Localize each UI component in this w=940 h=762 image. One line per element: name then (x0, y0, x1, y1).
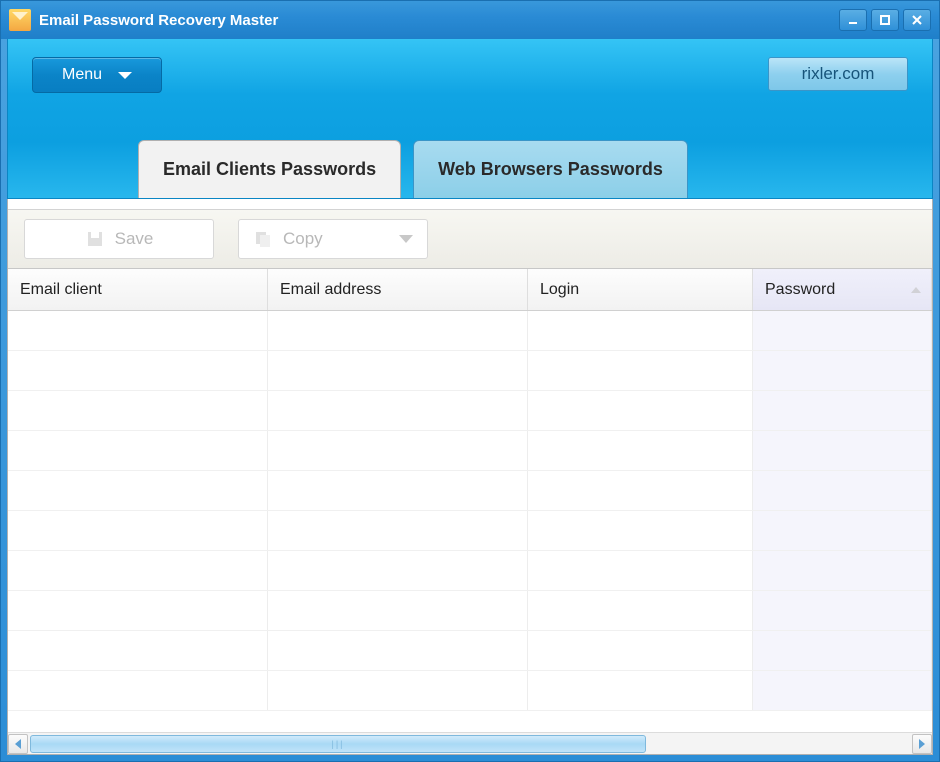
table-body (8, 311, 932, 732)
close-button[interactable] (903, 9, 931, 31)
table-cell (268, 471, 528, 510)
table-cell (528, 311, 753, 350)
column-email-client[interactable]: Email client (8, 269, 268, 310)
table-cell (528, 631, 753, 670)
tab-label: Email Clients Passwords (163, 159, 376, 180)
site-link-button[interactable]: rixler.com (768, 57, 908, 91)
dropdown-arrow-icon (399, 235, 413, 243)
table-cell (528, 591, 753, 630)
save-button[interactable]: Save (24, 219, 214, 259)
table-row[interactable] (8, 351, 932, 391)
table-cell (8, 551, 268, 590)
table-row[interactable] (8, 671, 932, 711)
column-password[interactable]: Password (753, 269, 932, 310)
menu-label: Menu (62, 66, 102, 84)
table-cell (8, 311, 268, 350)
table-cell (268, 511, 528, 550)
toolbar: Save Copy (8, 209, 932, 269)
table-cell (528, 551, 753, 590)
copy-button[interactable]: Copy (238, 219, 428, 259)
table-row[interactable] (8, 511, 932, 551)
table-cell (8, 631, 268, 670)
table-cell (753, 591, 932, 630)
content-area: Save Copy Email client Email address L (7, 199, 933, 755)
titlebar[interactable]: Email Password Recovery Master (1, 1, 939, 39)
password-table: Email client Email address Login Passwor… (8, 269, 932, 754)
chevron-down-icon (118, 72, 132, 79)
table-cell (8, 431, 268, 470)
window-controls (839, 9, 931, 31)
arrow-right-icon (919, 739, 925, 749)
app-icon (9, 9, 31, 31)
table-row[interactable] (8, 471, 932, 511)
table-row[interactable] (8, 391, 932, 431)
table-cell (753, 551, 932, 590)
copy-icon (253, 229, 273, 249)
table-row[interactable] (8, 431, 932, 471)
column-email-address[interactable]: Email address (268, 269, 528, 310)
table-cell (753, 511, 932, 550)
header-panel: Menu rixler.com Email Clients Passwords … (7, 39, 933, 199)
table-cell (528, 431, 753, 470)
table-cell (268, 351, 528, 390)
maximize-button[interactable] (871, 9, 899, 31)
table-cell (753, 671, 932, 710)
tabs: Email Clients Passwords Web Browsers Pas… (138, 140, 688, 198)
table-cell (268, 391, 528, 430)
table-row[interactable] (8, 311, 932, 351)
scroll-left-button[interactable] (8, 734, 28, 754)
table-row[interactable] (8, 551, 932, 591)
table-cell (268, 551, 528, 590)
table-cell (528, 511, 753, 550)
table-cell (268, 311, 528, 350)
arrow-left-icon (15, 739, 21, 749)
table-cell (8, 391, 268, 430)
column-login[interactable]: Login (528, 269, 753, 310)
table-cell (753, 351, 932, 390)
table-row[interactable] (8, 631, 932, 671)
scroll-right-button[interactable] (912, 734, 932, 754)
maximize-icon (879, 14, 891, 26)
copy-label: Copy (283, 229, 323, 249)
close-icon (911, 14, 923, 26)
table-cell (268, 431, 528, 470)
table-cell (8, 591, 268, 630)
table-cell (528, 471, 753, 510)
table-cell (8, 351, 268, 390)
table-cell (268, 671, 528, 710)
table-cell (528, 671, 753, 710)
horizontal-scrollbar (8, 732, 932, 754)
scroll-track[interactable] (30, 735, 910, 753)
table-cell (753, 471, 932, 510)
tab-label: Web Browsers Passwords (438, 159, 663, 180)
table-cell (8, 471, 268, 510)
minimize-icon (847, 14, 859, 26)
table-cell (753, 391, 932, 430)
menu-button[interactable]: Menu (32, 57, 162, 93)
tab-email-clients[interactable]: Email Clients Passwords (138, 140, 401, 198)
table-cell (528, 391, 753, 430)
scroll-thumb[interactable] (30, 735, 646, 753)
table-cell (8, 671, 268, 710)
table-cell (268, 591, 528, 630)
sort-indicator-icon (911, 287, 921, 293)
tab-web-browsers[interactable]: Web Browsers Passwords (413, 140, 688, 198)
save-label: Save (115, 229, 154, 249)
minimize-button[interactable] (839, 9, 867, 31)
table-cell (753, 631, 932, 670)
table-cell (753, 311, 932, 350)
save-icon (85, 229, 105, 249)
table-cell (753, 431, 932, 470)
table-cell (268, 631, 528, 670)
table-row[interactable] (8, 591, 932, 631)
app-window: Email Password Recovery Master Menu rixl… (0, 0, 940, 762)
site-link-label: rixler.com (802, 64, 875, 84)
table-header: Email client Email address Login Passwor… (8, 269, 932, 311)
window-title: Email Password Recovery Master (39, 12, 839, 29)
table-cell (528, 351, 753, 390)
table-cell (8, 511, 268, 550)
